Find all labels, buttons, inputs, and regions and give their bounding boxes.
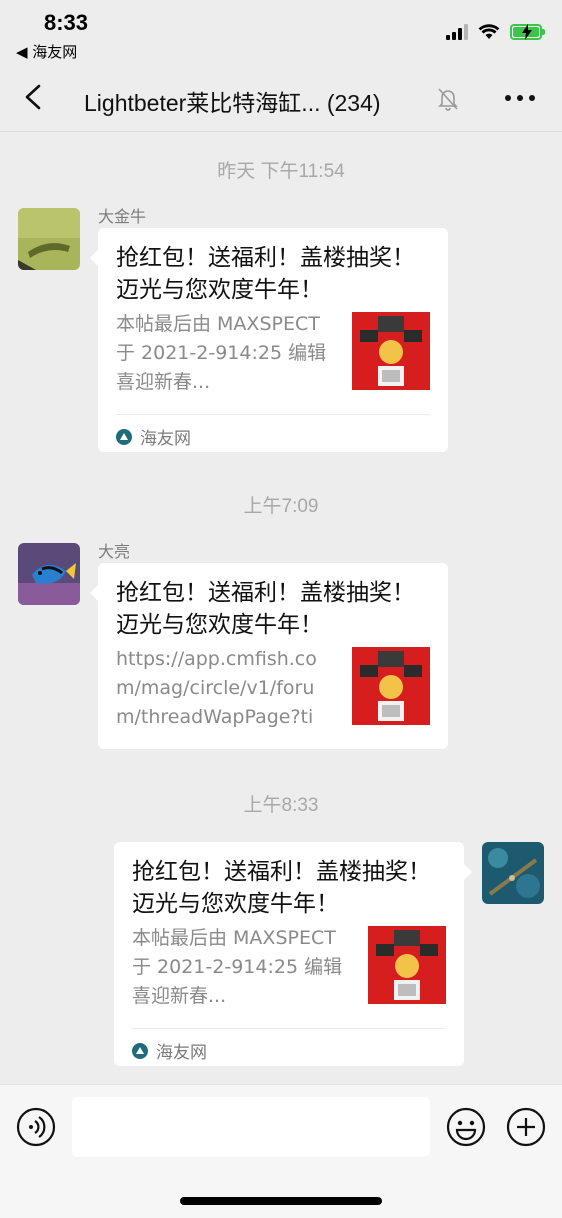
status-bar: 8:33 ◀ 海友网 xyxy=(0,0,562,66)
battery-icon xyxy=(510,24,545,40)
site-logo-icon xyxy=(116,428,132,445)
chat-header: Lightbeter莱比特海缸... (234) xyxy=(0,66,562,132)
link-card[interactable]: 抢红包！送福利！盖楼抽奖！迈光与您欢度牛年！ 本帖最后由 MAXSPECT 于 … xyxy=(90,228,448,452)
card-description: 本帖最后由 MAXSPECT 于 2021-2-914:25 编辑喜迎新春... xyxy=(132,927,343,1007)
home-indicator[interactable] xyxy=(180,1197,382,1205)
sender-name: 大金牛 xyxy=(98,207,147,226)
sender-name: 大亮 xyxy=(98,542,131,561)
status-icons xyxy=(446,24,545,40)
voice-icon[interactable] xyxy=(16,1107,56,1147)
card-divider xyxy=(132,1028,446,1029)
avatar[interactable] xyxy=(18,208,80,270)
card-source-label: 海友网 xyxy=(140,429,191,449)
message-input[interactable] xyxy=(72,1097,430,1157)
link-card[interactable]: 抢红包！送福利！盖楼抽奖！迈光与您欢度牛年！ 本帖最后由 MAXSPECT 于 … xyxy=(114,842,472,1066)
card-thumbnail xyxy=(352,312,430,390)
timestamp: 昨天 下午11:54 xyxy=(217,161,345,182)
card-title: 抢红包！送福利！盖楼抽奖！迈光与您欢度牛年！ xyxy=(116,245,415,303)
bell-slash-icon xyxy=(438,88,458,111)
plus-icon[interactable] xyxy=(506,1107,546,1147)
card-description: 本帖最后由 MAXSPECT 于 2021-2-914:25 编辑喜迎新春... xyxy=(116,313,327,393)
link-card[interactable]: 抢红包！送福利！盖楼抽奖！迈光与您欢度牛年！ https://app.cmfis… xyxy=(90,563,448,749)
card-thumbnail xyxy=(352,647,430,725)
emoji-icon[interactable] xyxy=(446,1107,486,1147)
card-description: https://app.cmfish.com/mag/circle/v1/for… xyxy=(116,648,317,728)
timestamp: 上午7:09 xyxy=(243,496,319,517)
chevron-left-icon[interactable] xyxy=(18,80,52,114)
status-time: 8:33 xyxy=(44,10,89,35)
wifi-icon xyxy=(478,24,500,39)
card-title: 抢红包！送福利！盖楼抽奖！迈光与您欢度牛年！ xyxy=(116,580,415,638)
timestamp: 上午8:33 xyxy=(243,795,319,816)
avatar[interactable] xyxy=(482,842,544,904)
avatar[interactable] xyxy=(18,543,80,605)
card-divider xyxy=(116,414,430,415)
ellipsis-icon[interactable] xyxy=(502,84,538,112)
card-source-label: 海友网 xyxy=(156,1043,207,1063)
site-logo-icon xyxy=(132,1042,148,1059)
card-source: 海友网 xyxy=(116,424,191,449)
cellular-signal-icon xyxy=(446,24,468,40)
card-source: 海友网 xyxy=(132,1038,207,1063)
chat-title: Lightbeter莱比特海缸... (234) xyxy=(84,90,381,116)
card-title: 抢红包！送福利！盖楼抽奖！迈光与您欢度牛年！ xyxy=(132,859,431,917)
back-to-app-link[interactable]: ◀ 海友网 xyxy=(16,41,77,62)
card-thumbnail xyxy=(368,926,446,1004)
